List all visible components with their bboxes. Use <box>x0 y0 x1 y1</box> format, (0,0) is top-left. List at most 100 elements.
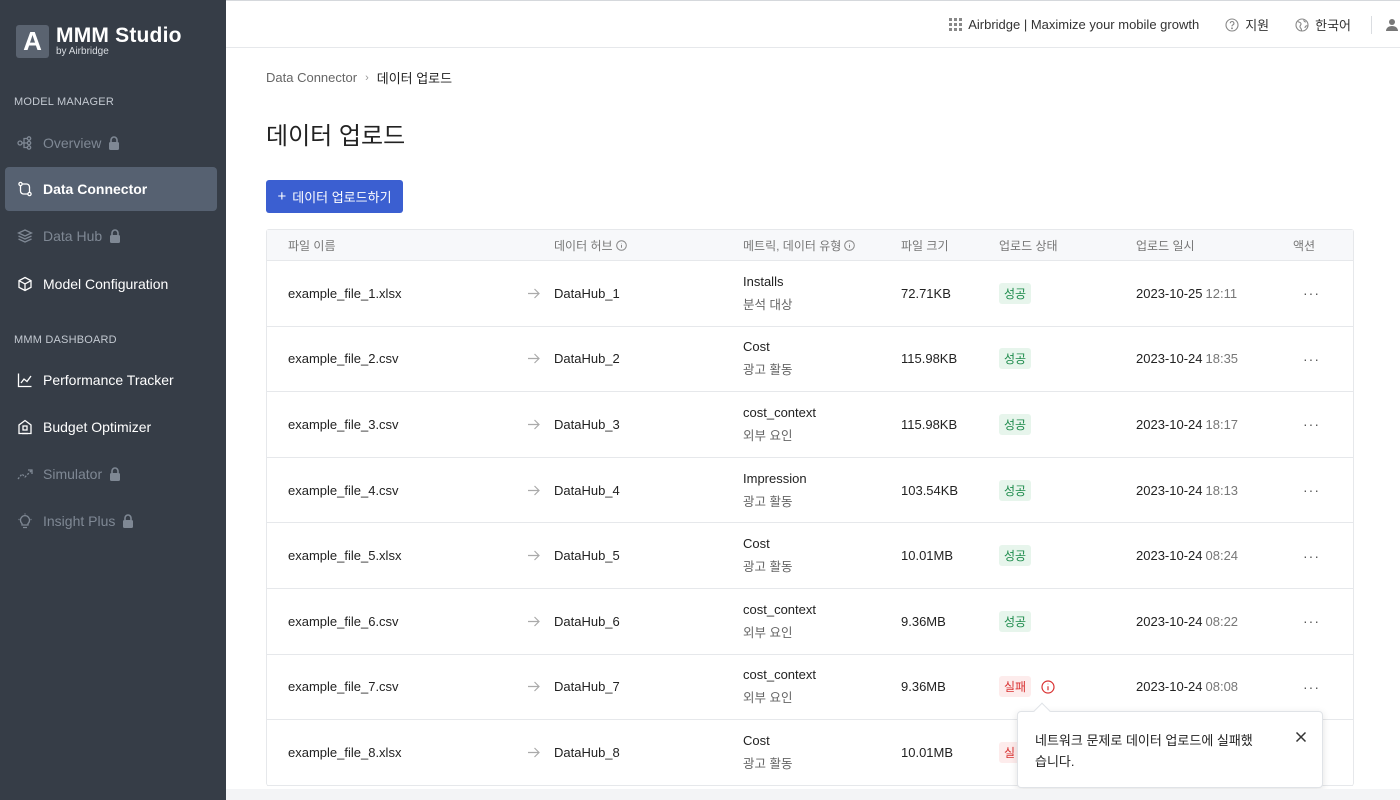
arrow-right-icon <box>527 523 540 588</box>
language-selector[interactable]: 한국어 <box>1295 15 1351 34</box>
app-switcher-link[interactable]: Airbridge | Maximize your mobile growth <box>949 17 1199 32</box>
data-type: 광고 활동 <box>743 756 793 771</box>
lock-icon <box>109 136 120 150</box>
file-size: 72.71KB <box>901 285 951 301</box>
sidebar-item-label: Data Connector <box>43 181 148 197</box>
more-actions-button[interactable]: ··· <box>1303 523 1320 588</box>
metric-name: Cost <box>743 732 770 748</box>
upload-table: 파일 이름 데이터 허브 메트릭, 데이터 유형 파일 크기 업로드 상태 업로… <box>266 229 1354 786</box>
file-size: 9.36MB <box>901 679 946 695</box>
sidebar-item-budget-optimizer[interactable]: Budget Optimizer <box>5 405 217 449</box>
status-badge: 실패 <box>999 676 1032 698</box>
data-hub-name[interactable]: DataHub_1 <box>554 261 620 326</box>
file-name[interactable]: example_file_2.csv <box>288 327 399 392</box>
sidebar-item-label: Simulator <box>43 466 103 482</box>
file-name[interactable]: example_file_5.xlsx <box>288 523 401 588</box>
sidebar-item-data-connector[interactable]: Data Connector <box>5 167 217 211</box>
data-type: 외부 요인 <box>743 428 793 443</box>
header-status: 업로드 상태 <box>999 239 1058 253</box>
status-badge: 성공 <box>999 479 1032 501</box>
status-cell: 성공 <box>999 523 1032 588</box>
line-chart-icon <box>17 372 33 388</box>
upload-date: 2023-10-24 <box>1136 482 1203 498</box>
data-type: 광고 활동 <box>743 494 793 509</box>
close-icon[interactable] <box>1294 730 1308 744</box>
brand-logo[interactable]: A MMM Studio by Airbridge <box>16 25 182 58</box>
upload-time: 18:17 <box>1205 416 1239 432</box>
upload-date: 2023-10-24 <box>1136 679 1203 695</box>
layers-icon <box>17 228 33 244</box>
metric-name: cost_context <box>743 404 816 420</box>
status-cell: 성공 <box>999 327 1032 392</box>
alert-circle-icon[interactable] <box>1041 680 1055 694</box>
globe-icon <box>1295 17 1309 32</box>
more-actions-button[interactable]: ··· <box>1303 392 1320 457</box>
lock-icon <box>110 467 121 481</box>
cube-icon <box>17 276 33 292</box>
metric-cell: Impression 광고 활동 <box>743 458 807 523</box>
bulb-icon <box>17 513 33 529</box>
sidebar-item-data-hub[interactable]: Data Hub <box>5 214 217 258</box>
more-actions-button[interactable]: ··· <box>1303 327 1320 392</box>
file-name[interactable]: example_file_6.csv <box>288 589 399 654</box>
sidebar-item-insight-plus[interactable]: Insight Plus <box>5 499 217 543</box>
table-row: example_file_3.csv DataHub_3 cost_contex… <box>267 392 1353 458</box>
more-actions-button[interactable]: ··· <box>1303 655 1320 720</box>
file-name[interactable]: example_file_3.csv <box>288 392 399 457</box>
status-badge: 성공 <box>999 413 1032 435</box>
data-hub-name[interactable]: DataHub_2 <box>554 327 620 392</box>
status-badge: 성공 <box>999 348 1032 370</box>
data-hub-name[interactable]: DataHub_7 <box>554 655 620 720</box>
upload-datetime: 2023-10-24 18:13 <box>1136 458 1238 523</box>
upload-data-button[interactable]: + 데이터 업로드하기 <box>266 180 403 213</box>
user-avatar-icon[interactable] <box>1386 18 1398 32</box>
support-link[interactable]: 지원 <box>1225 15 1269 34</box>
data-hub-name[interactable]: DataHub_3 <box>554 392 620 457</box>
file-size: 115.98KB <box>901 416 958 432</box>
table-row: example_file_2.csv DataHub_2 Cost 광고 활동 … <box>267 327 1353 393</box>
trend-icon <box>17 466 33 482</box>
lock-icon <box>123 514 134 528</box>
breadcrumb-parent[interactable]: Data Connector <box>266 70 357 85</box>
language-label: 한국어 <box>1315 18 1351 33</box>
table-row: example_file_4.csv DataHub_4 Impression … <box>267 458 1353 524</box>
upload-time: 08:24 <box>1205 548 1239 564</box>
metric-cell: cost_context 외부 요인 <box>743 589 816 654</box>
metric-name: cost_context <box>743 667 816 683</box>
table-header: 파일 이름 데이터 허브 메트릭, 데이터 유형 파일 크기 업로드 상태 업로… <box>267 230 1353 261</box>
data-hub-name[interactable]: DataHub_8 <box>554 720 620 785</box>
metric-cell: Cost 광고 활동 <box>743 327 792 392</box>
status-cell: 성공 <box>999 589 1032 654</box>
metric-name: Cost <box>743 536 770 552</box>
more-actions-button[interactable]: ··· <box>1303 458 1320 523</box>
sidebar-item-model-configuration[interactable]: Model Configuration <box>5 262 217 306</box>
data-hub-name[interactable]: DataHub_5 <box>554 523 620 588</box>
lock-icon <box>110 229 121 243</box>
status-badge: 성공 <box>999 545 1032 567</box>
data-hub-name[interactable]: DataHub_4 <box>554 458 620 523</box>
header-data-hub: 데이터 허브 <box>554 230 627 261</box>
sidebar-item-performance-tracker[interactable]: Performance Tracker <box>5 358 217 402</box>
table-body: example_file_1.xlsx DataHub_1 Installs 분… <box>267 261 1353 786</box>
more-actions-button[interactable]: ··· <box>1303 261 1320 326</box>
arrow-right-icon <box>527 392 540 457</box>
file-name[interactable]: example_file_8.xlsx <box>288 720 401 785</box>
file-name[interactable]: example_file_1.xlsx <box>288 261 401 326</box>
upload-datetime: 2023-10-24 08:22 <box>1136 589 1238 654</box>
info-icon[interactable] <box>615 240 627 251</box>
upload-time: 08:22 <box>1205 613 1239 629</box>
upload-date: 2023-10-25 <box>1136 285 1203 301</box>
file-name[interactable]: example_file_7.csv <box>288 655 399 720</box>
info-icon[interactable] <box>844 240 856 251</box>
sidebar-item-simulator[interactable]: Simulator <box>5 452 217 496</box>
upload-date: 2023-10-24 <box>1136 548 1203 564</box>
file-name[interactable]: example_file_4.csv <box>288 458 399 523</box>
more-actions-button[interactable]: ··· <box>1303 589 1320 654</box>
top-bar: Airbridge | Maximize your mobile growth … <box>226 0 1400 48</box>
status-cell: 성공 <box>999 261 1032 326</box>
sidebar-item-label: Performance Tracker <box>43 372 174 388</box>
sidebar-item-overview[interactable]: Overview <box>5 121 217 165</box>
data-hub-name[interactable]: DataHub_6 <box>554 589 620 654</box>
tree-icon <box>17 135 33 151</box>
metric-cell: Installs 분석 대상 <box>743 261 792 326</box>
